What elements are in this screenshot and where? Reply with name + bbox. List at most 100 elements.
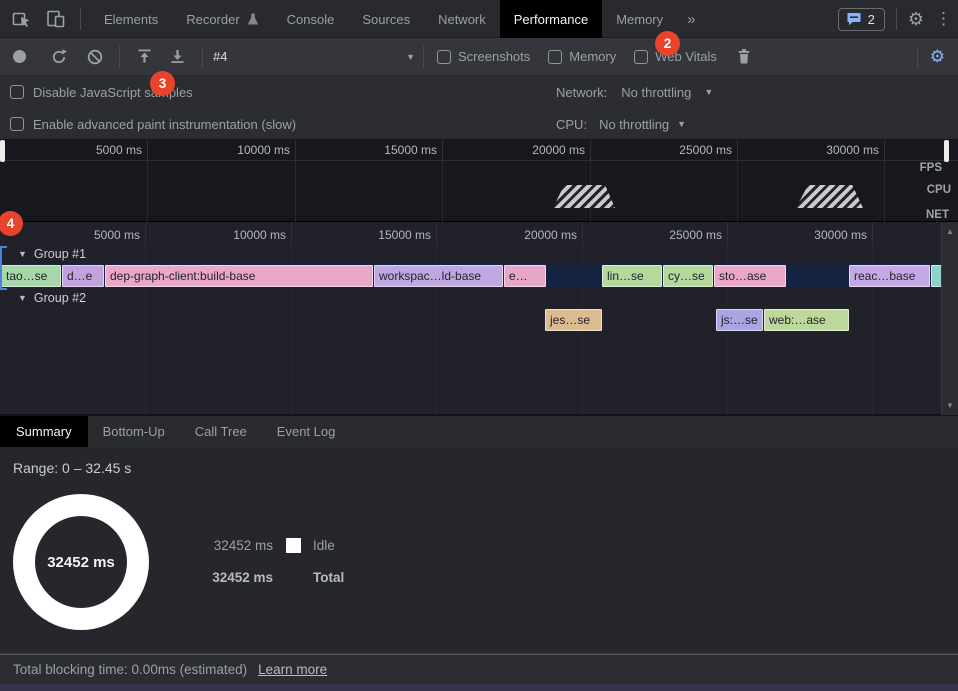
group-2-label: Group #2 [34,291,86,305]
flame-event-bar[interactable]: sto…ase [714,265,786,287]
capture-settings-gear-icon[interactable]: ⚙ [930,48,945,65]
tab-sources[interactable]: Sources [348,0,424,38]
ruler-tick [737,140,738,161]
save-profile-icon[interactable] [167,47,187,67]
annotation-badge-3[interactable]: 3 [150,71,175,96]
divider [80,8,81,30]
cpu-throttling-control[interactable]: CPU: No throttling ▼ [556,117,686,132]
divider [896,8,897,30]
cpu-activity-band [0,185,958,208]
tab-recorder[interactable]: Recorder [172,0,272,38]
device-toolbar-icon[interactable] [46,9,66,29]
track-focus-indicator [0,246,7,290]
learn-more-link[interactable]: Learn more [258,662,327,677]
ruler-tick [582,222,583,246]
net-lane-label: NET [926,209,949,221]
disable-js-checkbox[interactable] [10,85,24,99]
scroll-up-icon[interactable]: ▲ [942,227,958,236]
paint-instrumentation-row: Enable advanced paint instrumentation (s… [0,108,958,140]
desktop-edge-strip [0,684,958,691]
ruler-tick [442,140,443,161]
memory-checkbox-group[interactable]: Memory [548,49,616,64]
tab-label: Recorder [186,12,239,27]
tab-event-log[interactable]: Event Log [262,416,351,447]
donut-center: 32452 ms [35,516,127,608]
flame-event-bar[interactable]: web:…ase [764,309,849,331]
idle-label: Idle [313,538,335,553]
ruler-tick [436,222,437,246]
network-throttling-control[interactable]: Network: No throttling ▼ [556,85,713,100]
timeline-overview[interactable]: 5000 ms10000 ms15000 ms20000 ms25000 ms3… [0,140,958,222]
flame-event-bar[interactable]: tao…se [1,265,61,287]
tab-call-tree[interactable]: Call Tree [180,416,262,447]
message-count: 2 [868,12,875,27]
tab-label: Console [287,12,335,27]
tab-summary[interactable]: Summary [0,416,88,447]
flame-chart[interactable]: 5000 ms10000 ms15000 ms20000 ms25000 ms3… [0,222,958,415]
more-options-icon[interactable]: ⋮ [935,9,952,29]
flame-event-bar[interactable]: dep-graph-client:build-base [105,265,373,287]
screenshots-checkbox[interactable] [437,50,451,64]
chevron-down-icon: ▼ [677,119,686,129]
scroll-down-icon[interactable]: ▼ [942,401,958,410]
flame-event-bar[interactable]: workspac…ld-base [374,265,503,287]
flask-icon [247,13,259,26]
flame-event-bar[interactable]: reac…base [849,265,930,287]
flame-event-bar[interactable]: js:…se [716,309,763,331]
legend-row-total: 32452 ms Total [200,570,344,585]
profile-history-select[interactable]: #4 ▼ [213,49,415,64]
flame-event-bar[interactable]: d…e [62,265,104,287]
ruler-tick-label: 30000 ms [826,143,879,157]
message-bubble-icon [846,12,862,27]
disable-js-row: Disable JavaScript samples Network: No t… [0,76,958,108]
annotation-badge-2[interactable]: 2 [655,31,680,56]
divider [119,46,120,68]
track-group-1[interactable]: ▼ Group #1 [18,247,86,261]
tab-network[interactable]: Network [424,0,500,38]
ruler-tick [291,222,292,246]
cpu-idle-hatch [553,185,615,208]
more-tabs-icon[interactable]: » [677,0,705,38]
paint-instrumentation-checkbox[interactable] [10,117,24,131]
clear-button[interactable] [85,47,105,67]
ruler-tick-label: 15000 ms [378,228,431,242]
total-blocking-time-text: Total blocking time: 0.00ms (estimated) [13,662,247,677]
ruler-tick-label: 25000 ms [669,228,722,242]
group-1-label: Group #1 [34,247,86,261]
tab-bottom-up[interactable]: Bottom-Up [88,416,180,447]
activity-donut-chart: 32452 ms [13,494,149,630]
overview-right-handle[interactable] [944,140,949,162]
ruler-tick [590,140,591,161]
flame-event-bar[interactable]: cy…se [663,265,713,287]
ruler-tick-label: 30000 ms [814,228,867,242]
flame-event-bar[interactable]: lin…se [602,265,662,287]
web-vitals-checkbox[interactable] [634,50,648,64]
inspect-element-icon[interactable] [12,9,32,29]
track-group-2[interactable]: ▼ Group #2 [18,291,86,305]
flame-scrollbar[interactable]: ▲ ▼ [941,222,958,415]
panel-tabs: Elements Recorder Console SourcesNetworkPer… [90,0,705,38]
ruler-tick-label: 10000 ms [237,143,290,157]
network-throttle-label: Network: [556,85,607,100]
tab-label: Memory [616,12,663,27]
idle-swatch [286,538,301,553]
record-button[interactable] [13,50,26,63]
issues-counter[interactable]: 2 [838,8,885,31]
memory-checkbox[interactable] [548,50,562,64]
tab-label: Elements [104,12,158,27]
flame-event-bar[interactable]: e… [504,265,546,287]
tab-performance[interactable]: Performance [500,0,602,38]
tab-console[interactable]: Console [273,0,349,38]
overview-left-handle[interactable] [0,140,5,162]
tab-elements[interactable]: Elements [90,0,172,38]
screenshots-checkbox-group[interactable]: Screenshots [437,49,530,64]
load-profile-icon[interactable] [134,47,154,67]
settings-gear-icon[interactable]: ⚙ [908,10,924,28]
flame-event-bar[interactable] [931,265,941,287]
ruler-tick-label: 15000 ms [384,143,437,157]
trash-icon[interactable] [734,47,754,67]
donut-total-label: 32452 ms [47,554,115,571]
ruler-tick [727,222,728,246]
flame-event-bar[interactable]: jes…se [545,309,602,331]
reload-and-record-button[interactable] [49,47,69,67]
